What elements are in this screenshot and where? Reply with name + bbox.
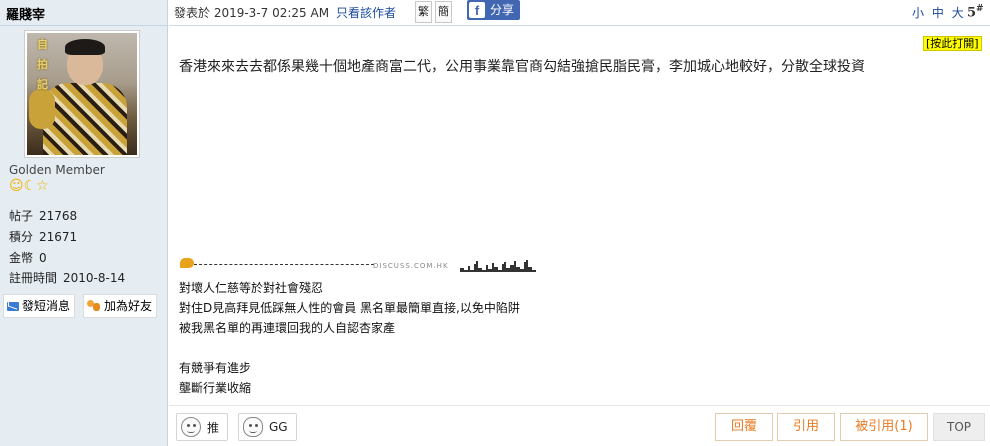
avatar-hair-shape	[65, 39, 105, 55]
author-only-link[interactable]: 只看該作者	[336, 4, 396, 21]
traditional-chinese-button[interactable]: 繁	[415, 1, 432, 23]
mail-icon	[7, 301, 19, 311]
signature-line: 對住D見高拜見低踩無人性的會員 黑名單最簡單直接,以免中陷阱	[179, 301, 520, 315]
quoted-by-button[interactable]: 被引用(1)	[840, 413, 928, 441]
stat-value: 2010-8-14	[63, 271, 126, 285]
send-message-label: 發短消息	[22, 299, 71, 313]
author-name[interactable]: 羅賤宰	[6, 4, 45, 23]
footer-divider	[169, 405, 990, 406]
facebook-share-button[interactable]: f 分享	[467, 0, 521, 20]
add-friend-button[interactable]: 加為好友	[83, 294, 158, 318]
facebook-icon: f	[469, 2, 485, 18]
stat-label: 註冊時間	[9, 271, 58, 285]
share-label: 分享	[490, 3, 515, 17]
signature-divider	[194, 264, 374, 265]
stat-label: 帖子	[9, 209, 34, 223]
add-friend-label: 加為好友	[104, 299, 153, 313]
back-to-top-button[interactable]: TOP	[933, 413, 985, 441]
quote-button[interactable]: 引用	[777, 413, 835, 441]
speech-bubble-icon	[180, 258, 194, 268]
friend-icon	[87, 300, 101, 312]
stat-value[interactable]: 21768	[39, 209, 77, 223]
floor-number[interactable]: 5#	[967, 4, 984, 20]
push-button[interactable]: 推	[176, 413, 229, 441]
skyline-icon	[460, 260, 536, 272]
avatar[interactable]: 自拍記	[24, 30, 140, 158]
avatar-image: 自拍記	[27, 33, 137, 155]
avatar-arm-shape	[29, 89, 55, 129]
reply-button[interactable]: 回覆	[715, 413, 773, 441]
post-timestamp: 發表於 2019-3-7 02:25 AM	[174, 6, 330, 20]
stat-label: 積分	[9, 230, 34, 244]
font-size-switcher[interactable]: 小 中 大	[912, 4, 966, 21]
stat-posts: 帖子 21768	[9, 207, 77, 224]
floor-value: 5	[967, 5, 977, 21]
smiley-icon	[181, 417, 201, 437]
stat-coins: 金幣 0	[9, 249, 47, 266]
stat-points: 積分 21671	[9, 228, 77, 245]
gg-button[interactable]: GG	[238, 413, 297, 441]
signature-line: 對壞人仁慈等於對社會殘忍	[179, 281, 324, 295]
push-label: 推	[207, 420, 220, 435]
stat-value: 21671	[39, 230, 78, 244]
post-header: 發表於 2019-3-7 02:25 AM 只看該作者 繁 簡 f 分享 小 中…	[169, 0, 990, 26]
avatar-caption: 自拍記	[37, 38, 48, 91]
stat-registered: 註冊時間 2010-8-14	[9, 269, 125, 286]
send-message-button[interactable]: 發短消息	[3, 294, 76, 318]
stat-value: 0	[39, 251, 47, 265]
signature-line: 壟斷行業收縮	[179, 381, 252, 395]
rank-stars-icon: ☺☾☆	[9, 178, 49, 194]
pig-face-icon	[243, 417, 263, 437]
post-content: 香港來來去去都係果幾十個地產商富二代，公用事業靠官商勾結強搶民脂民膏，李加城心地…	[179, 59, 865, 75]
user-rank: Golden Member	[9, 163, 105, 177]
print-open-button[interactable]: [按此打開]	[923, 36, 982, 51]
gg-label: GG	[269, 420, 288, 434]
author-sidebar: 羅賤宰 自拍記 Golden Member ☺☾☆ 帖子 21768 積分 2167…	[0, 0, 168, 446]
signature-line: 被我黑名單的再連環回我的人自認杏家產	[179, 321, 396, 335]
stat-label: 金幣	[9, 251, 34, 265]
signature-line: 有競爭有進步	[179, 361, 252, 375]
simplified-chinese-button[interactable]: 簡	[435, 1, 452, 23]
divider	[0, 25, 168, 26]
signature-logo: DISCUSS.COM.HK	[373, 262, 449, 270]
floor-mark: #	[976, 4, 984, 14]
